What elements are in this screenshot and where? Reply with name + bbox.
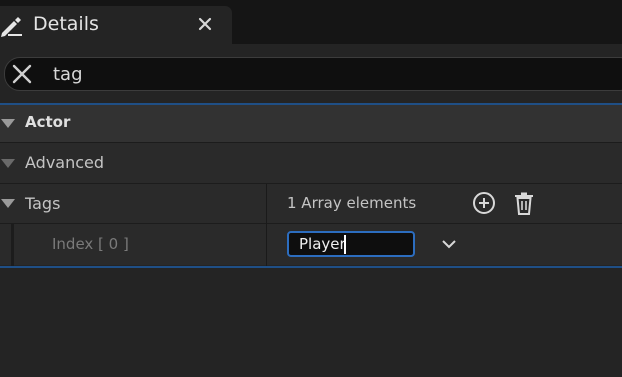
property-row-tags: Tags 1 Array elements (0, 184, 622, 223)
chevron-down-icon[interactable] (440, 237, 458, 251)
indent-guide (11, 224, 14, 266)
collapse-triangle-icon[interactable] (1, 119, 15, 128)
close-icon[interactable] (196, 15, 214, 33)
selection-divider (0, 266, 622, 268)
expand-triangle-icon[interactable] (1, 199, 15, 208)
plus-circle-icon[interactable] (472, 191, 496, 215)
tab-bar: Details (0, 0, 622, 45)
category-label-actor: Actor (25, 113, 71, 131)
edit-pencil-icon (1, 17, 22, 37)
tab-title: Details (33, 13, 99, 35)
array-elements-count: 1 Array elements (287, 194, 417, 212)
category-label-advanced: Advanced (25, 153, 105, 172)
search-bar (4, 57, 622, 91)
text-caret (344, 235, 346, 254)
property-label-tags: Tags (25, 194, 61, 213)
trash-icon[interactable] (512, 191, 536, 215)
tag-value-input[interactable] (287, 231, 415, 257)
clear-search-icon[interactable] (12, 64, 32, 84)
search-input[interactable] (53, 62, 593, 86)
category-actor[interactable]: Actor (0, 105, 622, 142)
category-advanced[interactable]: Advanced (0, 143, 622, 183)
collapse-triangle-icon[interactable] (1, 159, 15, 168)
column-divider[interactable] (266, 184, 267, 266)
array-index-label: Index [ 0 ] (52, 235, 129, 253)
tab-details[interactable]: Details (0, 6, 232, 45)
